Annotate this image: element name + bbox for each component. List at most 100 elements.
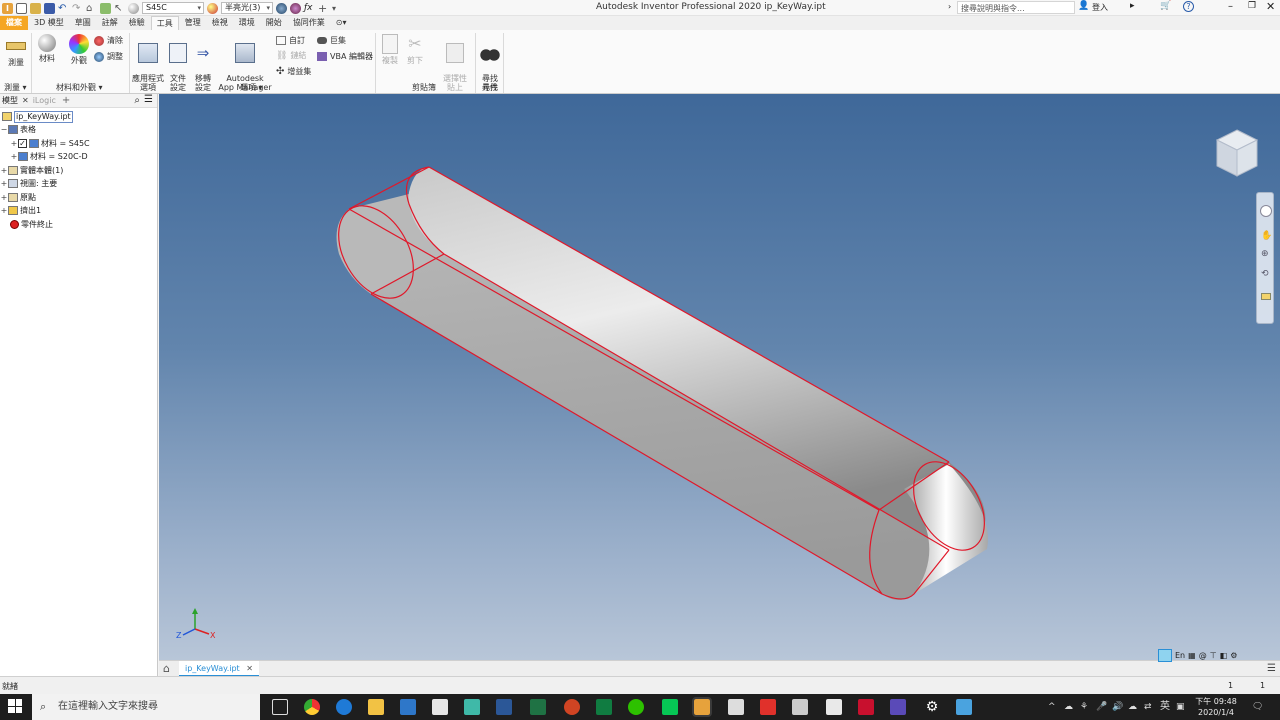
mail-icon[interactable] [432,699,448,715]
qr-icon[interactable] [792,699,808,715]
new-file-icon[interactable] [16,2,27,14]
clear-button[interactable]: 清除 [94,35,123,46]
tab-sketch[interactable]: 草圖 [70,16,96,30]
ime-mode-icon[interactable]: ▣ [1176,694,1185,720]
undo-icon[interactable]: ↶ [58,3,69,14]
keyway-part[interactable] [323,166,999,600]
expand-icon[interactable]: + [0,191,8,204]
sheets-icon[interactable] [596,699,612,715]
tab-file[interactable]: 檔案 [0,16,28,30]
app-icon[interactable] [956,699,972,715]
viewcube-icon[interactable] [1213,128,1261,180]
appearance-combo[interactable]: 半亮光(3) ▾ [221,2,273,14]
tray-cloud-icon[interactable]: ☁ [1064,694,1073,720]
open-file-icon[interactable] [30,2,41,14]
tab-manage[interactable]: 管理 [180,16,206,30]
add-tab-icon[interactable]: + [62,95,70,106]
line-icon[interactable] [662,699,678,715]
network-icon[interactable]: ☁ [1128,694,1137,720]
document-list-icon[interactable] [1158,648,1172,662]
tray-app-icon[interactable]: ⚘ [1080,694,1088,720]
inventor-app-icon[interactable] [692,697,712,717]
ime-indicator[interactable]: 英 [1160,694,1170,720]
tree-item-extrusion[interactable]: + 擠出1 [0,204,41,217]
restore-button[interactable]: ❐ [1248,1,1256,11]
minimize-button[interactable]: – [1228,1,1233,12]
expand-icon[interactable]: + [0,204,8,217]
close-icon[interactable]: ✕ [246,664,253,673]
settings-gear-icon[interactable]: ⚙ [924,699,940,715]
notification-icon[interactable]: 🗨 [1252,694,1263,720]
menu-icon[interactable]: ☰ [1267,663,1276,674]
group-measure[interactable]: 測量 ▾ [4,82,27,93]
split-icon[interactable]: ◧ [1220,651,1228,660]
word-icon[interactable] [496,699,512,715]
orbit-icon[interactable]: ⟲ [1261,269,1269,279]
home-icon[interactable]: ⌂ [163,662,170,675]
redo-icon[interactable]: ↷ [72,3,83,14]
tree-item-material-s20c[interactable]: + 材料 = S20C-D [10,150,88,163]
menu-icon[interactable]: ☰ [144,94,153,105]
paste-special-button[interactable]: 選擇性 貼上 [440,34,470,101]
task-view-icon[interactable] [272,699,288,715]
expand-icon[interactable]: + [10,150,18,163]
parameters-icon[interactable]: ƒx [304,3,315,14]
group-options[interactable]: 選項 ▾ [240,82,263,93]
system-clock[interactable]: 下午 09:48 2020/1/4 [1192,696,1240,718]
sign-in-link[interactable]: 登入 [1092,2,1108,13]
search-icon[interactable]: ⌕ [134,95,140,106]
taskbar-search-input[interactable]: ⌕ 在這裡輸入文字來搜尋 [32,694,260,720]
vba-editor-button[interactable]: VBA 編輯器 [317,51,373,62]
home-icon[interactable]: ⌂ [86,3,97,14]
addins-button[interactable]: ✣ 增益集 [276,66,311,77]
tab-annotate[interactable]: 註解 [97,16,123,30]
document-tab[interactable]: ip_KeyWay.ipt ✕ [179,661,259,677]
document-settings-button[interactable]: 文件 設定 [166,34,190,101]
tree-item-solid-bodies[interactable]: + 實體本體(1) [0,164,63,177]
graphics-window[interactable]: X Z ✋ ⊕ ⟲ [159,94,1280,660]
tab-inspect[interactable]: 檢驗 [124,16,150,30]
tab-ilogic[interactable]: iLogic [33,96,56,105]
customize-qat-icon[interactable]: ▾ [332,3,343,14]
tab-view[interactable]: 檢視 [207,16,233,30]
look-at-icon[interactable] [1261,293,1271,300]
more-icon[interactable]: ▸ [1130,1,1135,11]
help-search-input[interactable]: 搜尋說明與指令... [957,1,1075,14]
cut-button[interactable]: ✂ 剪下 [404,34,426,65]
tab-collaborate[interactable]: 協同作業 [288,16,330,30]
zoom-icon[interactable]: ⊕ [1261,249,1269,259]
update-icon[interactable] [100,2,111,14]
tree-item-material-s45c[interactable]: + ✓ 材料 = S45C [10,137,90,150]
tray-chevron-icon[interactable]: ^ [1048,694,1056,720]
table-icon[interactable]: ⊤ [1210,651,1217,660]
macro-button[interactable]: 巨集 [317,35,346,46]
ribbon-options-icon[interactable]: ⊙▾ [331,16,352,30]
app-icon[interactable] [464,699,480,715]
migrate-settings-button[interactable]: ⇒ 移轉 設定 [191,34,215,101]
appearance-button[interactable]: 外觀 [67,34,91,65]
tab-environments[interactable]: 環境 [234,16,260,30]
tree-item-origin[interactable]: + 原點 [0,191,36,204]
link-button[interactable]: ⛓ 鏈結 [276,50,306,61]
user-icon[interactable]: 👤 [1078,1,1089,11]
expand-icon[interactable]: + [0,164,8,177]
store-icon[interactable] [400,699,416,715]
tab-3d-model[interactable]: 3D 模型 [29,16,69,30]
help-icon[interactable]: ? [1183,1,1194,12]
steering-wheel-icon[interactable] [1260,205,1272,217]
adjust-appearance-icon[interactable] [290,2,301,14]
save-icon[interactable] [44,2,55,14]
tab-get-started[interactable]: 開始 [261,16,287,30]
file-explorer-icon[interactable] [368,699,384,715]
start-button-icon[interactable] [8,699,22,713]
volume-icon[interactable]: 🔊 [1112,694,1123,720]
close-icon[interactable]: ✕ [22,96,29,105]
expand-icon[interactable]: + [10,137,18,150]
calculator-icon[interactable] [728,699,744,715]
measure-button[interactable]: 測量 [4,36,28,67]
app-icon[interactable] [760,699,776,715]
select-icon[interactable]: ↖ [114,3,125,14]
copy-button[interactable]: 複製 [380,34,400,65]
chrome-icon[interactable] [304,699,320,715]
wechat-icon[interactable] [628,699,644,715]
